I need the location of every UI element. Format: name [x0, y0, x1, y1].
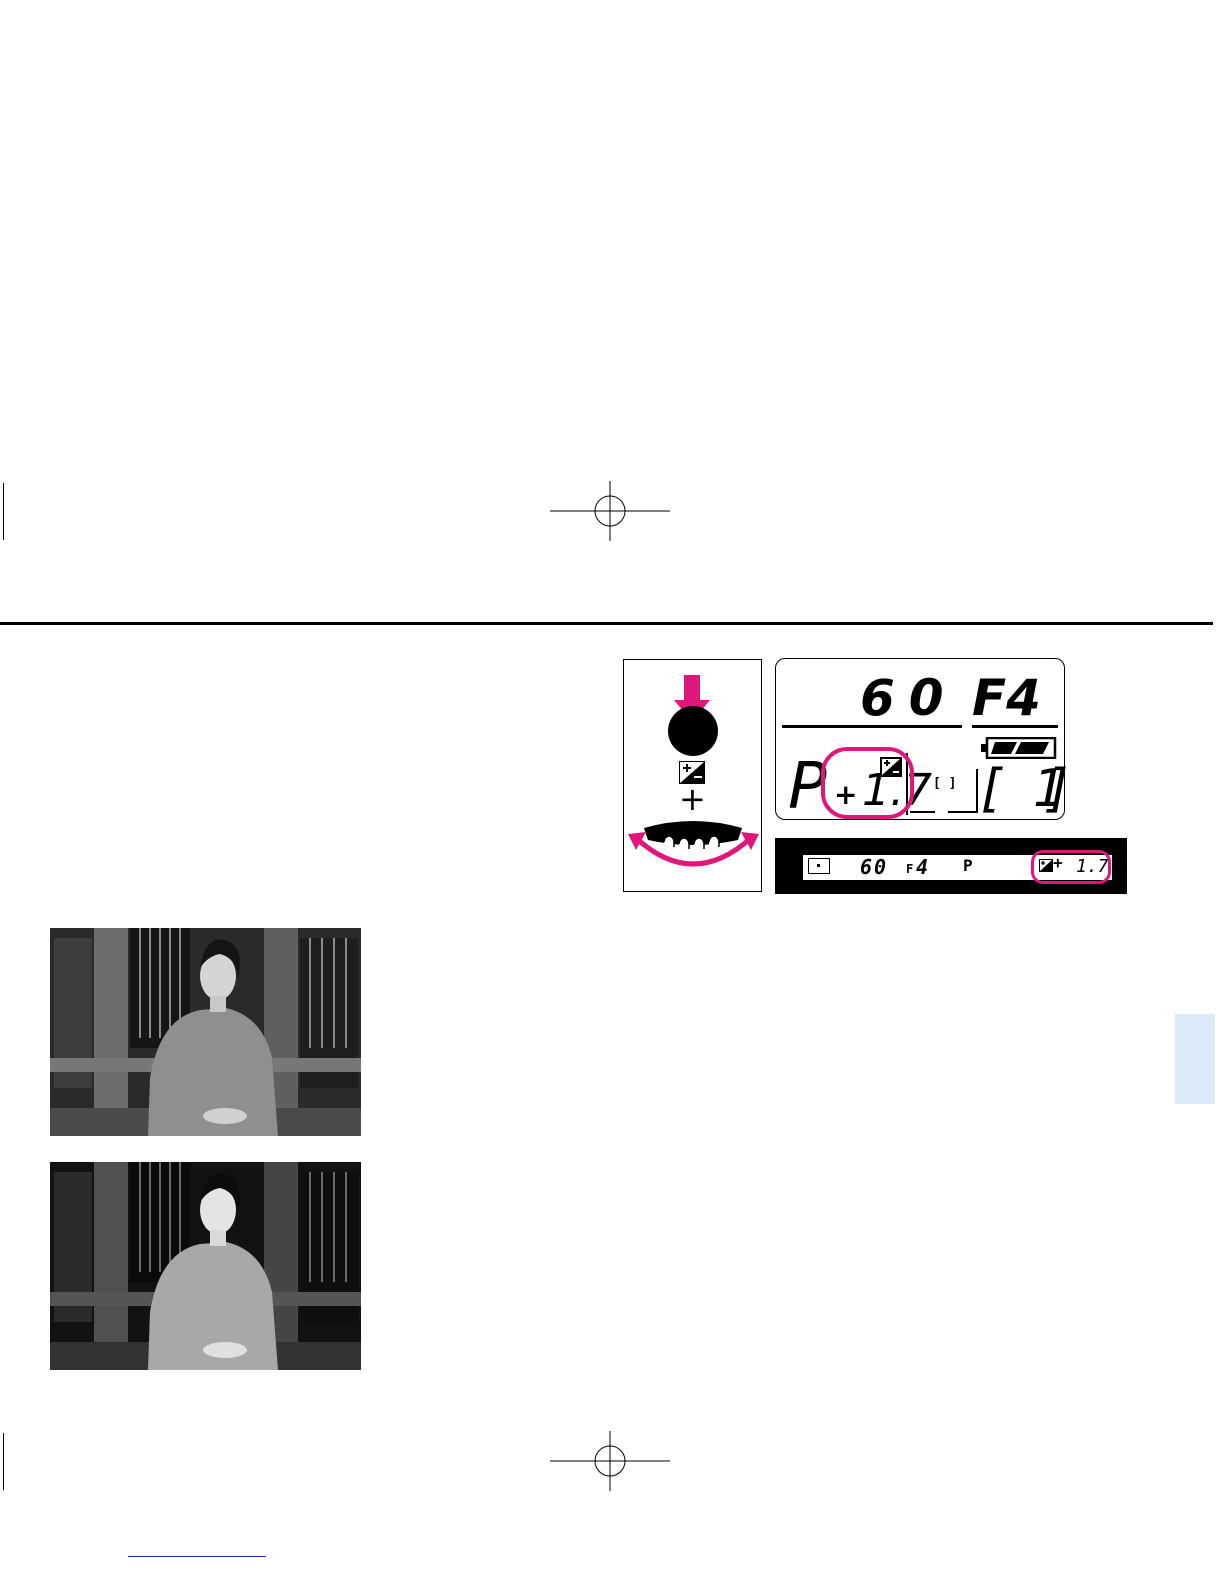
lcd-underline-left — [782, 725, 962, 728]
viewfinder-aperture: 4 — [916, 855, 929, 879]
lcd-aperture: F4 — [972, 669, 1041, 727]
viewfinder-spot-icon — [808, 858, 830, 874]
viewfinder-mode: P — [963, 856, 973, 875]
registration-mark-top — [550, 481, 670, 541]
viewfinder-aperture-prefix: F — [906, 862, 914, 876]
lcd-focus-area-bottom-right — [948, 811, 978, 813]
lcd-underline-right — [972, 725, 1058, 728]
battery-icon — [981, 737, 1057, 759]
section-tab — [1175, 1014, 1215, 1104]
footer-underline — [128, 1556, 266, 1557]
registration-mark-bottom — [550, 1431, 670, 1491]
lcd-compensation-highlight — [821, 747, 914, 819]
crop-mark-left-bottom — [3, 1433, 4, 1490]
lcd-focus-bracket: [ ] — [933, 776, 957, 791]
lcd-frame-bracket-right: ] — [1048, 759, 1069, 819]
photo-without-compensation — [50, 928, 361, 1136]
top-rule — [0, 622, 1213, 625]
lcd-panel: 60 F4 P + 1.7 [ ] [ 1 ] — [775, 658, 1069, 820]
lcd-shutter-speed: 60 — [860, 669, 958, 727]
lcd-focus-area-right-line — [976, 769, 978, 813]
photo-with-compensation — [50, 1162, 361, 1370]
plus-sign: + — [679, 780, 706, 818]
crop-mark-left-top — [3, 483, 4, 540]
command-dial-icon — [628, 821, 759, 867]
lcd-frame-bracket-left: [ — [981, 759, 1002, 819]
viewfinder-display: 60 F 4 P + 1.7 — [775, 838, 1127, 894]
viewfinder-shutter: 60 — [860, 855, 889, 879]
viewfinder-compensation-highlight — [1031, 850, 1111, 884]
lcd-focus-area-bottom — [910, 811, 935, 813]
control-panel-illustration: + — [623, 659, 762, 892]
